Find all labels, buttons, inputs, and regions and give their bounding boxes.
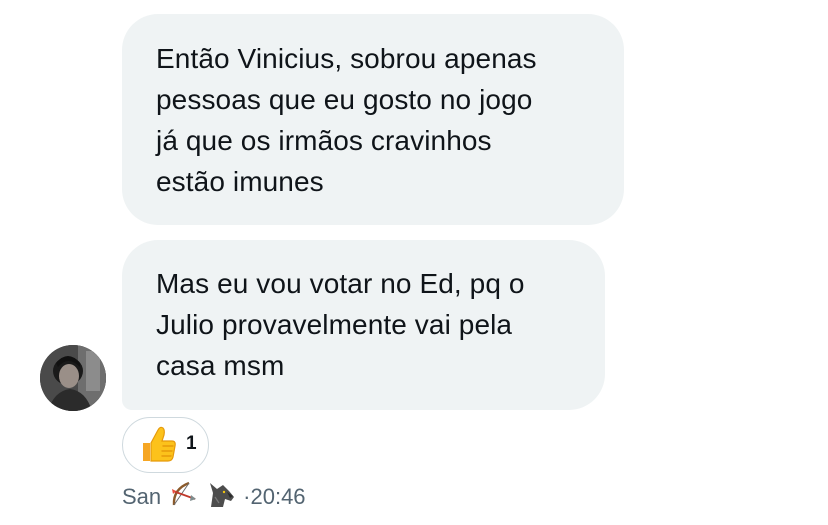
message-bubble[interactable]: Então Vinicius, sobrou apenas pessoas qu…	[122, 14, 624, 225]
thumbs-up-icon	[143, 426, 176, 462]
avatar-photo	[40, 345, 106, 411]
reaction-count: 1	[186, 433, 197, 454]
message-bubble[interactable]: Mas eu vou votar no Ed, pq o Julio prova…	[122, 240, 605, 410]
timestamp: ·20:46	[243, 484, 305, 510]
bow-and-arrow-icon	[169, 479, 199, 515]
wolf-icon	[207, 479, 237, 515]
reaction-pill[interactable]: 1	[122, 417, 209, 473]
message-time: 20:46	[250, 484, 306, 509]
sender-name[interactable]: San	[122, 484, 161, 510]
avatar[interactable]	[40, 345, 106, 411]
message-meta: San ·20:46	[122, 479, 306, 515]
